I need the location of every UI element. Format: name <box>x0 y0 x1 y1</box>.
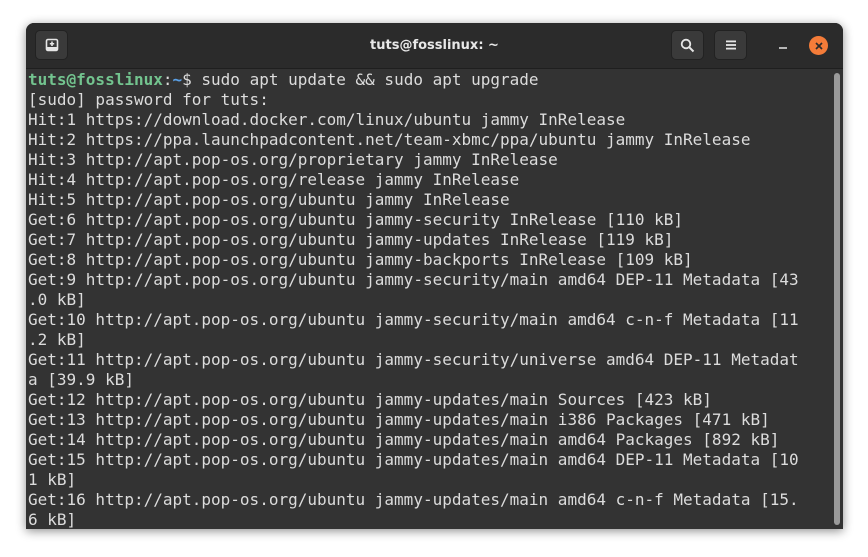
scrollbar-thumb[interactable] <box>834 73 840 525</box>
output-lines: [sudo] password for tuts: Hit:1 https://d… <box>28 90 831 529</box>
prompt-line: tuts@fosslinux:~$ sudo apt update && sud… <box>28 70 831 90</box>
terminal-output[interactable]: tuts@fosslinux:~$ sudo apt update && sud… <box>26 69 831 529</box>
output-line: Get:7 http://apt.pop-os.org/ubuntu jammy… <box>28 230 674 249</box>
minimize-icon <box>777 36 789 55</box>
output-line: .2 kB] <box>28 330 86 349</box>
output-line: Get:14 http://apt.pop-os.org/ubuntu jamm… <box>28 430 780 449</box>
hamburger-menu-icon <box>725 39 737 51</box>
output-line: Hit:1 https://download.docker.com/linux/… <box>28 110 626 129</box>
output-line: Get:16 http://apt.pop-os.org/ubuntu jamm… <box>28 490 799 509</box>
prompt-user: tuts@fosslinux <box>28 70 163 89</box>
search-button[interactable] <box>671 30 704 60</box>
output-line: [sudo] password for tuts: <box>28 90 269 109</box>
prompt-separator: : <box>162 70 173 89</box>
minimize-button[interactable] <box>773 36 792 55</box>
terminal-window: tuts@fosslinux: ~ tuts@fosslinux:~$ sudo… <box>26 23 843 529</box>
output-line: .0 kB] <box>28 290 86 309</box>
output-line: Hit:5 http://apt.pop-os.org/ubuntu jammy… <box>28 190 510 209</box>
output-line: Get:12 http://apt.pop-os.org/ubuntu jamm… <box>28 390 712 409</box>
output-line: Get:11 http://apt.pop-os.org/ubuntu jamm… <box>28 350 799 369</box>
output-line: 6 kB] <box>28 510 77 529</box>
prompt-path: ~ <box>172 70 183 89</box>
output-line: Get:9 http://apt.pop-os.org/ubuntu jammy… <box>28 270 799 289</box>
close-icon <box>814 36 824 55</box>
output-line: Get:13 http://apt.pop-os.org/ubuntu jamm… <box>28 410 770 429</box>
scrollbar[interactable] <box>831 69 843 529</box>
output-line: a [39.9 kB] <box>28 370 134 389</box>
output-line: Hit:3 http://apt.pop-os.org/proprietary … <box>28 150 558 169</box>
output-line: Hit:2 https://ppa.launchpadcontent.net/t… <box>28 130 751 149</box>
menu-button[interactable] <box>714 30 747 60</box>
output-line: 1 kB] <box>28 470 77 489</box>
header-bar: tuts@fosslinux: ~ <box>26 23 843 69</box>
output-line: Get:15 http://apt.pop-os.org/ubuntu jamm… <box>28 450 799 469</box>
output-line: Get:10 http://apt.pop-os.org/ubuntu jamm… <box>28 310 799 329</box>
search-icon <box>680 38 695 53</box>
close-button[interactable] <box>809 36 828 55</box>
prompt-symbol: $ <box>182 70 202 89</box>
output-line: Get:8 http://apt.pop-os.org/ubuntu jammy… <box>28 250 693 269</box>
output-line: Hit:4 http://apt.pop-os.org/release jamm… <box>28 170 520 189</box>
output-line: Get:6 http://apt.pop-os.org/ubuntu jammy… <box>28 210 684 229</box>
command-text: sudo apt update && sudo apt upgrade <box>201 70 539 89</box>
